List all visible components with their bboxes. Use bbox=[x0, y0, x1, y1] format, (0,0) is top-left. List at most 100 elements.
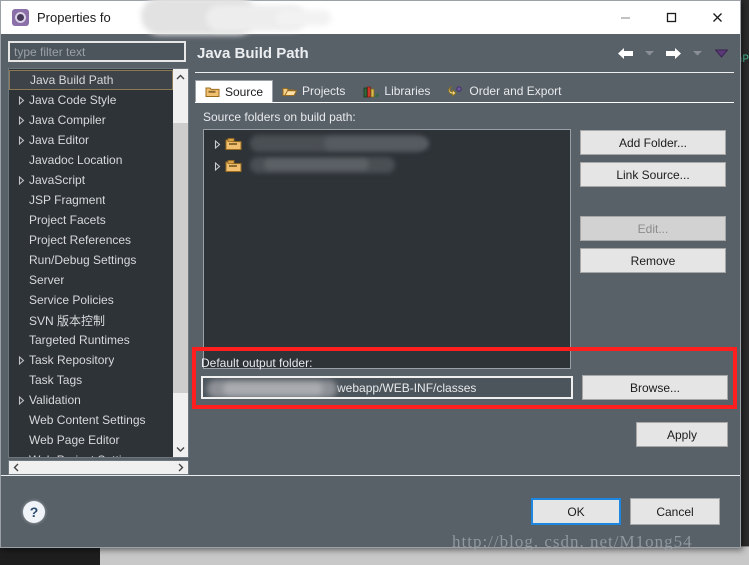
page-menu-caret-icon[interactable] bbox=[710, 42, 732, 64]
tab-label: Source bbox=[225, 84, 264, 99]
source-folder-icon bbox=[205, 85, 220, 98]
back-dropdown-caret-icon[interactable] bbox=[638, 42, 660, 64]
books-icon bbox=[363, 85, 379, 98]
dialog-body: type filter text Java Build Path Java Cod… bbox=[1, 34, 740, 477]
link-source-button[interactable]: Link Source... bbox=[580, 162, 726, 187]
help-button[interactable]: ? bbox=[23, 500, 45, 523]
sidebar-item-javascript[interactable]: JavaScript bbox=[9, 170, 173, 190]
default-output-folder-section: Default output folder: webapp/WEB-INF/cl… bbox=[201, 356, 728, 400]
sidebar-item-service-policies[interactable]: Service Policies bbox=[9, 290, 173, 310]
sidebar-item-label: Java Editor bbox=[29, 133, 90, 147]
sidebar-item-label: JavaScript bbox=[29, 173, 86, 187]
scroll-left-icon[interactable] bbox=[9, 463, 24, 472]
edit-button: Edit... bbox=[580, 216, 726, 241]
sidebar-item-web-content-settings[interactable]: Web Content Settings bbox=[9, 410, 173, 430]
browse-button[interactable]: Browse... bbox=[582, 375, 728, 400]
scroll-down-icon[interactable] bbox=[173, 441, 188, 457]
tab-libraries[interactable]: Libraries bbox=[354, 80, 439, 102]
settings-page: Java Build Path Source Projects Librarie… bbox=[189, 34, 740, 477]
apply-button[interactable]: Apply bbox=[636, 422, 728, 447]
sidebar-item-label: Task Tags bbox=[29, 373, 83, 387]
filter-input[interactable]: type filter text bbox=[8, 41, 186, 62]
cancel-button[interactable]: Cancel bbox=[630, 498, 720, 525]
expand-triangle-icon[interactable] bbox=[13, 175, 29, 185]
sidebar-item-java-compiler[interactable]: Java Compiler bbox=[9, 110, 173, 130]
sidebar-item-label: Validation bbox=[29, 393, 81, 407]
page-title: Java Build Path bbox=[197, 44, 309, 62]
tree-scroll-track[interactable] bbox=[173, 85, 188, 441]
sidebar-item-java-build-path[interactable]: Java Build Path bbox=[9, 70, 173, 90]
tab-projects[interactable]: Projects bbox=[273, 80, 354, 102]
forward-arrow-icon[interactable] bbox=[662, 42, 684, 64]
sidebar-item-label: JSP Fragment bbox=[29, 193, 106, 207]
tree-horizontal-scrollbar[interactable] bbox=[8, 460, 189, 475]
remove-button[interactable]: Remove bbox=[580, 248, 726, 273]
background-status-dark bbox=[0, 547, 100, 565]
source-folder-icon bbox=[225, 159, 242, 173]
tab-source[interactable]: Source bbox=[195, 80, 274, 102]
expand-triangle-icon[interactable] bbox=[13, 135, 29, 145]
expand-triangle-icon[interactable] bbox=[209, 161, 225, 171]
apply-row: Apply bbox=[636, 422, 728, 447]
settings-tree: Java Build Path Java Code Style Java Compi… bbox=[9, 69, 173, 457]
sidebar-item-label: Task Repository bbox=[29, 353, 115, 367]
sidebar-item-web-project-settings[interactable]: Web Project Settings bbox=[9, 450, 173, 457]
default-output-folder-label: Default output folder: bbox=[201, 356, 313, 370]
open-folder-icon bbox=[282, 85, 298, 98]
forward-dropdown-caret-icon[interactable] bbox=[686, 42, 708, 64]
sidebar-item-task-repository[interactable]: Task Repository bbox=[9, 350, 173, 370]
sidebar-item-web-page-editor[interactable]: Web Page Editor bbox=[9, 430, 173, 450]
sidebar-item-task-tags[interactable]: Task Tags bbox=[9, 370, 173, 390]
sidebar-item-project-references[interactable]: Project References bbox=[9, 230, 173, 250]
sidebar-item-label: Javadoc Location bbox=[29, 153, 123, 167]
redacted-source-path-2b bbox=[264, 159, 369, 170]
sidebar-item-label: Targeted Runtimes bbox=[29, 333, 130, 347]
tree-vertical-scrollbar[interactable] bbox=[173, 69, 188, 457]
sidebar-item-javadoc-location[interactable]: Javadoc Location bbox=[9, 150, 173, 170]
scroll-right-icon[interactable] bbox=[173, 463, 188, 472]
sidebar-item-targeted-runtimes[interactable]: Targeted Runtimes bbox=[9, 330, 173, 350]
expand-triangle-icon[interactable] bbox=[13, 115, 29, 125]
sidebar-item-java-code-style[interactable]: Java Code Style bbox=[9, 90, 173, 110]
scroll-up-icon[interactable] bbox=[173, 69, 188, 85]
sidebar-item-label: Web Content Settings bbox=[29, 413, 146, 427]
footer-buttons: OK Cancel bbox=[531, 498, 720, 525]
close-button[interactable] bbox=[694, 1, 740, 34]
sidebar-item-svn[interactable]: SVN 版本控制 bbox=[9, 310, 173, 330]
ok-button[interactable]: OK bbox=[531, 498, 621, 525]
add-folder-button[interactable]: Add Folder... bbox=[580, 130, 726, 155]
source-folder-icon bbox=[225, 137, 242, 151]
sidebar-item-label: Java Compiler bbox=[29, 113, 106, 127]
source-folders-row: Add Folder... Link Source... Edit... Remove bbox=[203, 129, 726, 369]
sidebar-item-server[interactable]: Server bbox=[9, 270, 173, 290]
sidebar-item-label: Project References bbox=[29, 233, 132, 247]
expand-triangle-icon[interactable] bbox=[13, 95, 29, 105]
source-folder-row-2[interactable] bbox=[204, 155, 570, 177]
expand-triangle-icon[interactable] bbox=[209, 139, 225, 149]
expand-triangle-icon[interactable] bbox=[13, 395, 29, 405]
back-arrow-icon[interactable] bbox=[614, 42, 636, 64]
sidebar-item-label: Run/Debug Settings bbox=[29, 253, 137, 267]
tab-order-and-export[interactable]: Order and Export bbox=[439, 80, 570, 102]
sidebar-item-java-editor[interactable]: Java Editor bbox=[9, 130, 173, 150]
settings-tree-container: Java Build Path Java Code Style Java Compi… bbox=[8, 68, 189, 458]
tree-scroll-thumb[interactable] bbox=[173, 123, 188, 393]
minimize-button[interactable] bbox=[602, 1, 648, 34]
source-folders-list[interactable] bbox=[203, 129, 571, 369]
sidebar-item-jsp-fragment[interactable]: JSP Fragment bbox=[9, 190, 173, 210]
tab-label: Order and Export bbox=[469, 84, 562, 98]
tab-label: Libraries bbox=[384, 84, 431, 98]
sidebar-item-label: Project Facets bbox=[29, 213, 106, 227]
default-output-folder-input[interactable]: webapp/WEB-INF/classes bbox=[201, 376, 573, 399]
source-folder-row-1[interactable] bbox=[204, 133, 570, 155]
page-header: Java Build Path bbox=[189, 34, 740, 72]
sidebar-item-run-debug-settings[interactable]: Run/Debug Settings bbox=[9, 250, 173, 270]
sidebar-item-project-facets[interactable]: Project Facets bbox=[9, 210, 173, 230]
tab-bar: Source Projects Libraries Order and Export bbox=[195, 79, 734, 102]
sidebar-item-validation[interactable]: Validation bbox=[9, 390, 173, 410]
header-divider bbox=[195, 72, 734, 73]
expand-triangle-icon[interactable] bbox=[13, 355, 29, 365]
sidebar-item-label: Web Project Settings bbox=[29, 453, 141, 457]
maximize-button[interactable] bbox=[648, 1, 694, 34]
source-buttons-column: Add Folder... Link Source... Edit... Remove bbox=[580, 129, 726, 369]
